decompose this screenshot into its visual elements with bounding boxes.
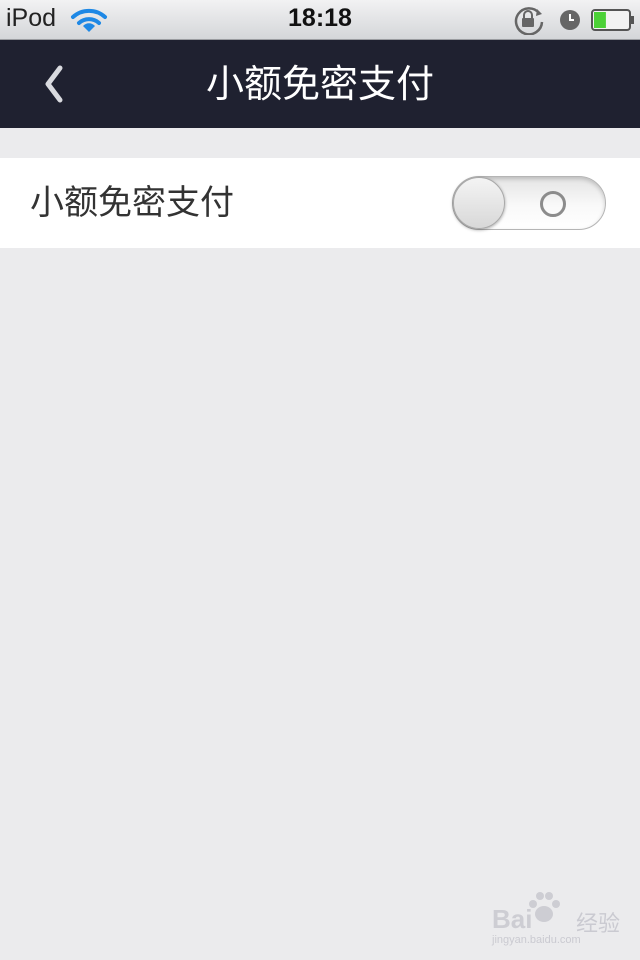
watermark-url: jingyan.baidu.com xyxy=(492,934,581,946)
chevron-left-icon xyxy=(45,65,63,103)
watermark-brand-suffix: 经验 xyxy=(576,912,621,937)
back-button[interactable] xyxy=(28,54,84,114)
battery-icon xyxy=(591,9,634,31)
page-title: 小额免密支付 xyxy=(205,62,434,106)
status-bar: iPod 18:18 xyxy=(0,0,640,40)
rotation-lock-icon xyxy=(514,7,544,35)
alarm-icon xyxy=(560,10,580,30)
paw-icon xyxy=(529,892,560,922)
baidu-watermark: Bai 经验 jingyan.baidu.com xyxy=(492,890,632,950)
settings-row-label: 小额免密支付 xyxy=(30,183,234,223)
small-payment-toggle[interactable] xyxy=(452,176,606,230)
navigation-bar: 小额免密支付 xyxy=(0,40,640,128)
toggle-off-indicator xyxy=(540,191,566,217)
toggle-knob[interactable] xyxy=(453,177,505,229)
